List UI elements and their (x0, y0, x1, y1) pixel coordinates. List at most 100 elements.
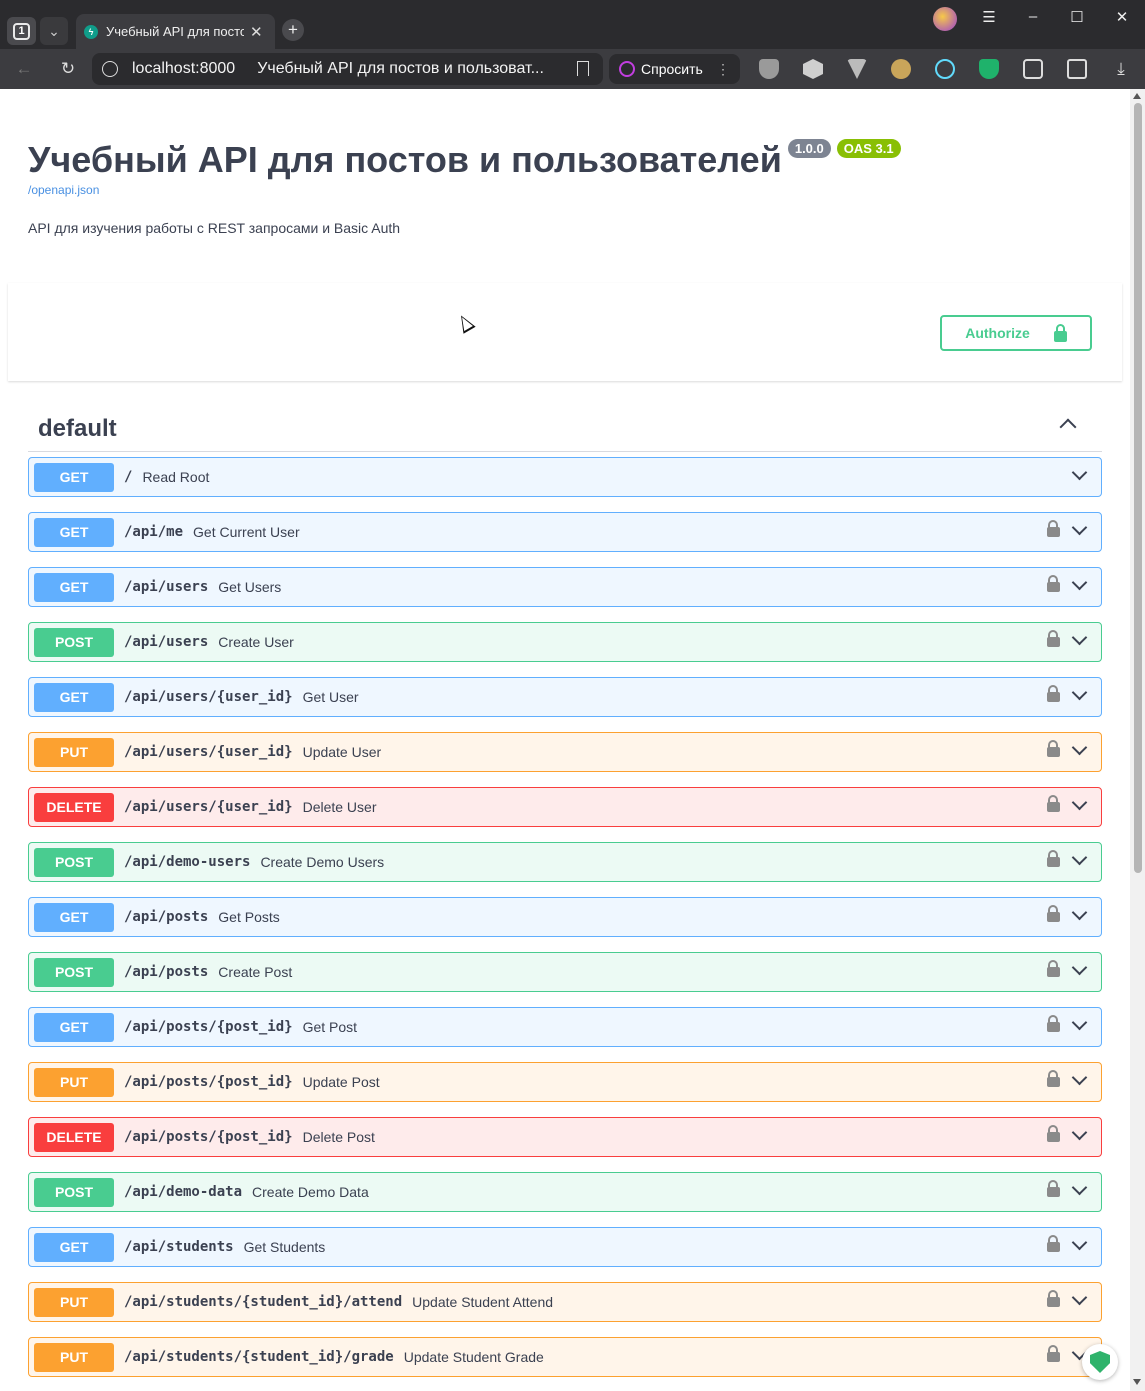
lock-icon[interactable] (1047, 630, 1060, 647)
scroll-thumb[interactable] (1134, 103, 1142, 873)
reload-icon[interactable]: ↻ (57, 58, 79, 80)
minimize-window-icon[interactable]: – (1022, 8, 1044, 25)
operation-row[interactable]: GET/api/posts/{post_id} Get Post (28, 1007, 1102, 1047)
operation-path: /api/users/{user_id} (124, 799, 293, 815)
lock-icon[interactable] (1047, 1070, 1060, 1087)
lock-icon[interactable] (1047, 1125, 1060, 1142)
operation-row[interactable]: PUT/api/posts/{post_id} Update Post (28, 1062, 1102, 1102)
security-shield-badge[interactable] (1082, 1344, 1118, 1380)
tag-section-header[interactable]: default (28, 407, 1102, 452)
operation-summary: Get Current User (193, 524, 300, 540)
scroll-down-arrow-icon[interactable] (1133, 1379, 1141, 1385)
scroll-up-arrow-icon[interactable] (1133, 93, 1141, 99)
extensions-puzzle-icon[interactable] (1023, 59, 1043, 79)
operation-summary: Update User (302, 744, 382, 760)
api-description: API для изучения работы с REST запросами… (28, 220, 401, 236)
lock-icon[interactable] (1047, 1180, 1060, 1197)
lock-icon[interactable] (1047, 575, 1060, 592)
openapi-json-link[interactable]: /openapi.json (28, 183, 901, 197)
collections-icon[interactable] (1067, 59, 1087, 79)
tab-count: 1 (13, 22, 30, 40)
operation-row[interactable]: GET/api/students Get Students (28, 1227, 1102, 1267)
chevron-down-icon[interactable] (1071, 1069, 1088, 1086)
operation-path: /api/demo-data (124, 1184, 243, 1200)
operation-row[interactable]: DELETE/api/posts/{post_id} Delete Post (28, 1117, 1102, 1157)
lock-icon[interactable] (1047, 1235, 1060, 1252)
chevron-down-icon[interactable] (1071, 959, 1088, 976)
authorize-button[interactable]: Authorize (940, 315, 1092, 351)
tag-name: default (38, 415, 117, 442)
tab-close-icon[interactable]: ✕ (250, 23, 263, 41)
cookie-extension-icon[interactable] (891, 59, 911, 79)
chevron-up-icon[interactable] (1059, 418, 1077, 436)
operation-row[interactable]: PUT/api/students/{student_id}/attend Upda… (28, 1282, 1102, 1322)
chevron-down-icon[interactable] (1071, 629, 1088, 646)
operation-path: /api/me (124, 524, 184, 540)
lock-icon[interactable] (1047, 850, 1060, 867)
lock-icon[interactable] (1047, 905, 1060, 922)
address-bar[interactable]: localhost:8000 Учебный API для постов и … (92, 53, 603, 85)
bookmark-icon[interactable] (577, 61, 589, 76)
adblock-shield-icon[interactable] (979, 59, 999, 79)
chevron-down-icon[interactable] (1071, 519, 1088, 536)
more-options-icon[interactable]: ⋮ (716, 61, 730, 78)
browser-tab-active[interactable]: ϟ Учебный API для постов и пользователей… (76, 14, 275, 49)
chevron-down-icon[interactable] (1071, 574, 1088, 591)
operation-row[interactable]: POST/api/users Create User (28, 622, 1102, 662)
chevron-down-icon[interactable] (1071, 1124, 1088, 1141)
operation-summary: Update Student Attend (412, 1294, 554, 1310)
api-title-row: Учебный API для постов и пользователей 1… (28, 139, 901, 181)
ask-alice-button[interactable]: Спросить ⋮ (609, 54, 740, 84)
tab-counter-button[interactable]: 1 (7, 17, 36, 45)
chevron-down-icon[interactable] (1071, 1014, 1088, 1031)
operation-row[interactable]: PUT/api/users/{user_id} Update User (28, 732, 1102, 772)
operation-row[interactable]: GET/api/me Get Current User (28, 512, 1102, 552)
new-tab-plus-icon[interactable]: + (282, 19, 304, 41)
chevron-down-icon[interactable] (1071, 739, 1088, 756)
operation-summary: Update Post (302, 1074, 380, 1090)
chevron-down-icon[interactable] (1071, 794, 1088, 811)
operation-row[interactable]: GET / Read Root (28, 457, 1102, 497)
operation-row[interactable]: GET/api/posts Get Posts (28, 897, 1102, 937)
maximize-window-icon[interactable]: ☐ (1066, 8, 1088, 26)
chevron-down-icon[interactable] (1071, 1289, 1088, 1306)
operation-row[interactable]: GET/api/users Get Users (28, 567, 1102, 607)
lock-icon[interactable] (1047, 1290, 1060, 1307)
back-arrow-icon[interactable]: ← (13, 58, 35, 80)
lock-icon[interactable] (1047, 740, 1060, 757)
lock-icon[interactable] (1047, 520, 1060, 537)
method-badge: POST (34, 627, 114, 657)
vue-extension-icon[interactable] (847, 59, 867, 79)
chevron-down-icon[interactable] (1071, 464, 1088, 481)
chevron-down-icon[interactable] (1071, 1234, 1088, 1251)
chevron-down-icon[interactable] (1071, 1179, 1088, 1196)
operation-row[interactable]: GET/api/users/{user_id} Get User (28, 677, 1102, 717)
page-scrollbar[interactable] (1130, 89, 1145, 1391)
lock-icon[interactable] (1047, 1345, 1060, 1362)
operation-row[interactable]: PUT/api/students/{student_id}/grade Updat… (28, 1337, 1102, 1377)
lock-icon[interactable] (1047, 960, 1060, 977)
method-badge: GET (34, 572, 114, 602)
profile-avatar-icon[interactable] (933, 7, 957, 31)
close-window-icon[interactable]: ✕ (1111, 8, 1133, 26)
operation-row[interactable]: POST/api/demo-data Create Demo Data (28, 1172, 1102, 1212)
cube-extension-icon[interactable] (803, 59, 823, 79)
chevron-down-icon[interactable] (1071, 849, 1088, 866)
tab-list-chevron-icon[interactable]: ⌄ (40, 17, 68, 45)
operation-row[interactable]: POST/api/posts Create Post (28, 952, 1102, 992)
download-icon[interactable]: ⤓ (1110, 58, 1132, 80)
operation-row[interactable]: DELETE/api/users/{user_id} Delete User (28, 787, 1102, 827)
lock-icon[interactable] (1047, 685, 1060, 702)
operation-summary: Create Demo Users (260, 854, 385, 870)
chevron-down-icon[interactable] (1071, 684, 1088, 701)
browser-toolbar: ← ↻ localhost:8000 Учебный API для посто… (0, 49, 1145, 89)
operation-summary: Create User (218, 634, 294, 650)
shield-extension-icon[interactable] (759, 59, 779, 79)
menu-hamburger-icon[interactable]: ☰ (978, 8, 1000, 26)
react-devtools-icon[interactable] (935, 59, 955, 79)
operation-row[interactable]: POST/api/demo-users Create Demo Users (28, 842, 1102, 882)
chevron-down-icon[interactable] (1071, 904, 1088, 921)
lock-icon[interactable] (1047, 795, 1060, 812)
operation-summary: Update Student Grade (403, 1349, 544, 1365)
lock-icon[interactable] (1047, 1015, 1060, 1032)
